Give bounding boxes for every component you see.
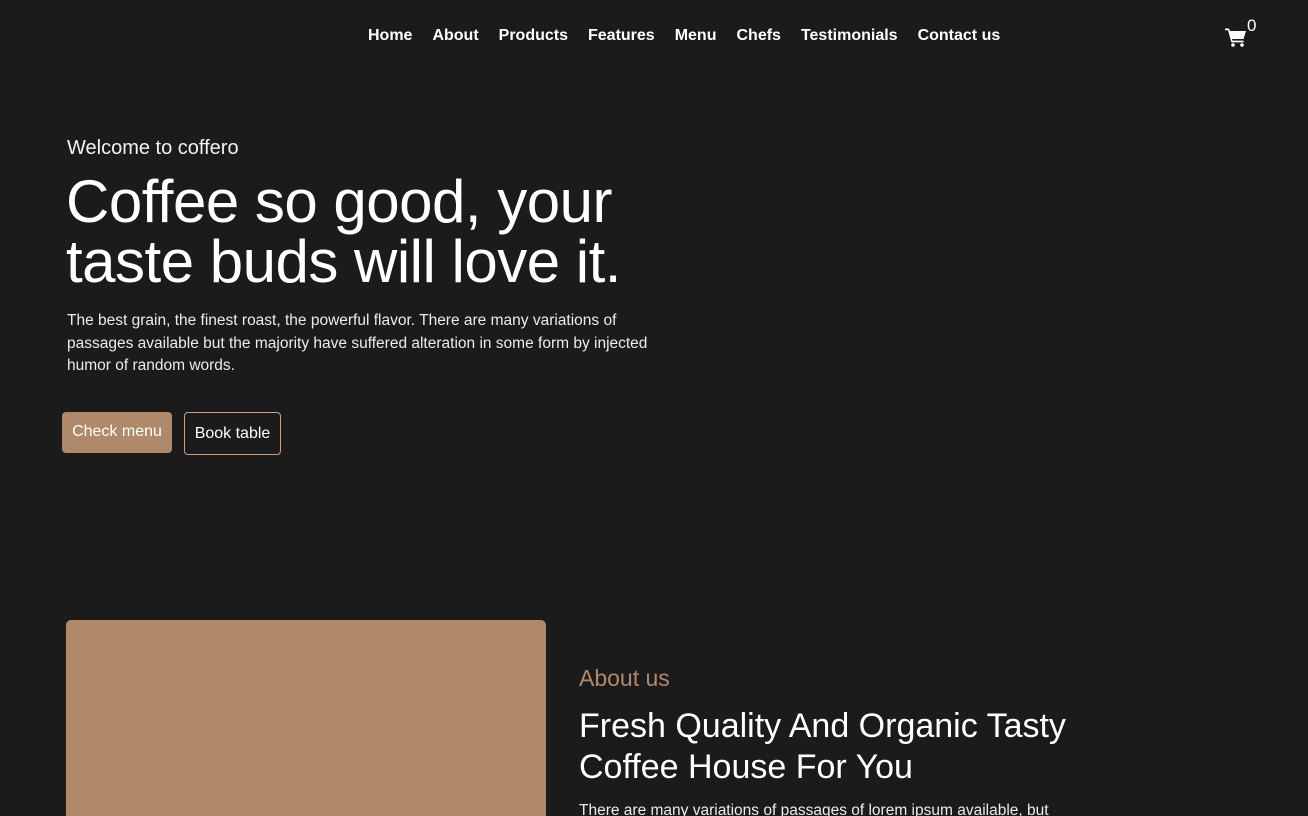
shopping-cart-icon bbox=[1225, 28, 1246, 47]
nav-item-about[interactable]: About bbox=[432, 26, 478, 46]
about-image-placeholder bbox=[66, 620, 546, 816]
cart-count-badge: 0 bbox=[1247, 16, 1257, 35]
top-navigation: Home About Products Features Menu Chefs … bbox=[0, 0, 1308, 72]
book-table-button[interactable]: Book table bbox=[184, 412, 281, 455]
about-title: Fresh Quality And Organic Tasty Coffee H… bbox=[579, 707, 1066, 786]
check-menu-button[interactable]: Check menu bbox=[62, 412, 172, 453]
hero-kicker: Welcome to coffero bbox=[67, 137, 239, 159]
hero-description: The best grain, the finest roast, the po… bbox=[67, 312, 648, 374]
nav-item-menu[interactable]: Menu bbox=[675, 26, 717, 46]
cart-button[interactable]: 0 bbox=[1225, 16, 1259, 48]
nav-menu: Home About Products Features Menu Chefs … bbox=[368, 26, 1000, 46]
hero-title: Coffee so good, your taste buds will lov… bbox=[66, 168, 621, 295]
nav-item-products[interactable]: Products bbox=[499, 26, 568, 46]
nav-item-features[interactable]: Features bbox=[588, 26, 655, 46]
about-kicker: About us bbox=[579, 665, 670, 691]
page: Home About Products Features Menu Chefs … bbox=[0, 0, 1308, 816]
nav-item-chefs[interactable]: Chefs bbox=[736, 26, 780, 46]
nav-item-home[interactable]: Home bbox=[368, 26, 412, 46]
nav-item-testimonials[interactable]: Testimonials bbox=[801, 26, 898, 46]
nav-item-contact-us[interactable]: Contact us bbox=[918, 26, 1001, 46]
about-description: There are many variations of passages of… bbox=[579, 802, 1049, 816]
